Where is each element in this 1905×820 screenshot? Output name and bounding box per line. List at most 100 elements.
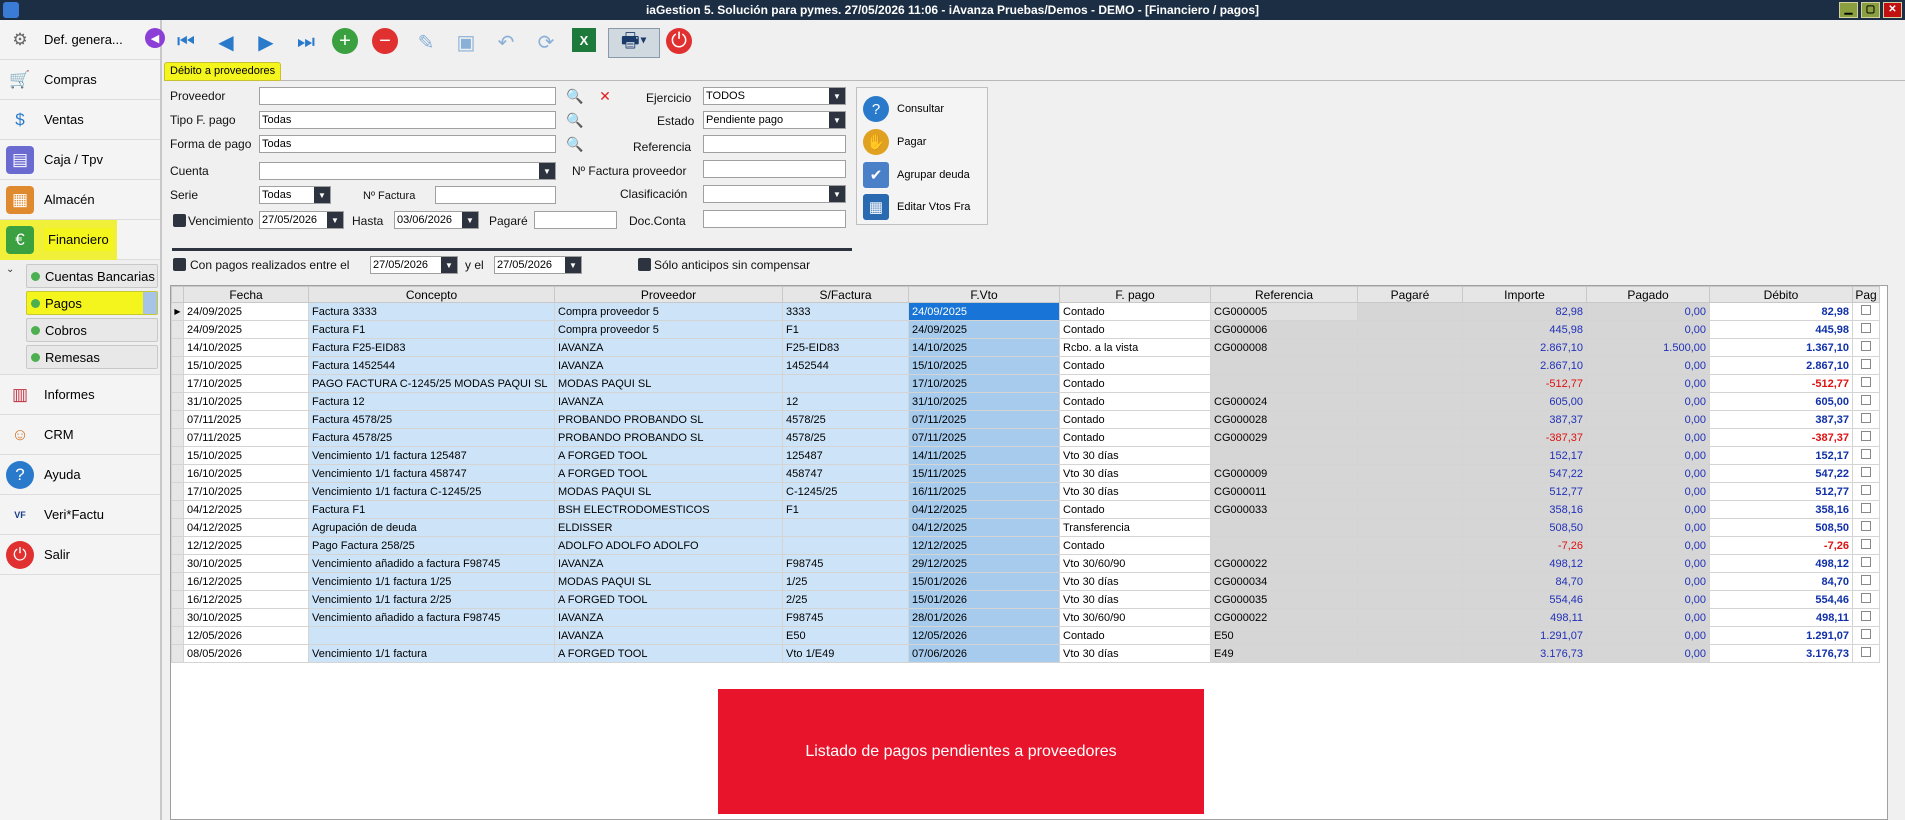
submenu-item-cobros[interactable]: Cobros (26, 318, 158, 342)
first-record-icon[interactable]: ⏮ (172, 28, 200, 56)
cell-pagare[interactable] (1357, 644, 1463, 663)
nfactura-proveedor-input[interactable] (703, 160, 846, 178)
cell-pagare[interactable] (1357, 608, 1463, 627)
cell-fecha[interactable]: 15/10/2025 (183, 356, 309, 375)
cell-fvto[interactable]: 14/11/2025 (908, 446, 1060, 465)
cell-fpago[interactable]: Contado (1059, 374, 1211, 393)
pag-checkbox[interactable] (1861, 449, 1871, 459)
clasificacion-select[interactable] (703, 185, 846, 203)
cell-fpago[interactable]: Contado (1059, 410, 1211, 429)
cell-proveedor[interactable]: IAVANZA (554, 608, 783, 627)
cell-debito[interactable]: 358,16 (1709, 500, 1853, 519)
cell-pagado[interactable]: 0,00 (1586, 572, 1710, 591)
column-header-pag[interactable]: Pag (1852, 286, 1880, 303)
cell-proveedor[interactable]: A FORGED TOOL (554, 446, 783, 465)
cell-debito[interactable]: 445,98 (1709, 320, 1853, 339)
cell-concepto[interactable]: Vencimiento 1/1 factura 125487 (308, 446, 555, 465)
table-row[interactable]: 14/10/2025 Factura F25-EID83 IAVANZA F25-EI… (171, 338, 1880, 357)
pag-checkbox[interactable] (1861, 467, 1871, 477)
submenu-item-remesas[interactable]: Remesas (26, 345, 158, 369)
cell-debito[interactable]: 1.367,10 (1709, 338, 1853, 357)
cell-concepto[interactable]: Pago Factura 258/25 (308, 536, 555, 555)
cell-referencia[interactable]: CG000035 (1210, 590, 1358, 609)
calendar-dropdown-icon[interactable]: ▼ (462, 212, 478, 228)
power-icon[interactable]: ⏻ (666, 28, 692, 54)
cell-fecha[interactable]: 31/10/2025 (183, 392, 309, 411)
cell-pagado[interactable]: 0,00 (1586, 428, 1710, 447)
table-row[interactable]: 07/11/2025 Factura 4578/25 PROBANDO PROBAN… (171, 428, 1880, 447)
column-header-fecha[interactable]: Fecha (183, 286, 309, 303)
cell-fecha[interactable]: 30/10/2025 (183, 608, 309, 627)
cell-pagado[interactable]: 0,00 (1586, 608, 1710, 627)
cell-debito[interactable]: 547,22 (1709, 464, 1853, 483)
cell-concepto[interactable]: Factura F25-EID83 (308, 338, 555, 357)
cell-referencia[interactable] (1210, 536, 1358, 555)
sidebar-item-financiero[interactable]: € Financiero (0, 220, 160, 260)
table-row[interactable]: 08/05/2026 Vencimiento 1/1 factura A FORGE… (171, 644, 1880, 663)
cell-debito[interactable]: 387,37 (1709, 410, 1853, 429)
cell-sfactura[interactable] (782, 536, 909, 555)
cell-concepto[interactable]: Vencimiento 1/1 factura (308, 644, 555, 663)
tab-debito-proveedores[interactable]: Débito a proveedores (164, 62, 282, 81)
cell-referencia[interactable] (1210, 356, 1358, 375)
add-icon[interactable]: + (332, 28, 358, 54)
cell-sfactura[interactable]: 1452544 (782, 356, 909, 375)
cell-importe[interactable]: 152,17 (1462, 446, 1587, 465)
cell-sfactura[interactable]: 2/25 (782, 590, 909, 609)
table-row[interactable]: 15/10/2025 Factura 1452544 IAVANZA 1452544 1… (171, 356, 1880, 375)
calendar-dropdown-icon[interactable]: ▼ (565, 257, 581, 273)
pag-checkbox[interactable] (1861, 431, 1871, 441)
cell-pagado[interactable]: 0,00 (1586, 446, 1710, 465)
cell-concepto[interactable]: Factura F1 (308, 500, 555, 519)
column-header-referencia[interactable]: Referencia (1210, 286, 1358, 303)
cell-fecha[interactable]: 16/12/2025 (183, 572, 309, 591)
cell-fpago[interactable]: Rcbo. a la vista (1059, 338, 1211, 357)
sidebar-item-caja[interactable]: ▤ Caja / Tpv (0, 140, 160, 180)
cell-pagado[interactable]: 0,00 (1586, 644, 1710, 663)
cell-debito[interactable]: -512,77 (1709, 374, 1853, 393)
column-header-fvto[interactable]: F.Vto (908, 286, 1060, 303)
editar-vtos-button[interactable]: ▦ Editar Vtos Fra (863, 194, 970, 220)
cell-concepto[interactable]: Vencimiento 1/1 factura 458747 (308, 464, 555, 483)
cell-fvto[interactable]: 24/09/2025 (908, 302, 1060, 321)
cell-importe[interactable]: 498,12 (1462, 554, 1587, 573)
cell-sfactura[interactable]: 1/25 (782, 572, 909, 591)
table-row[interactable]: 07/11/2025 Factura 4578/25 PROBANDO PROBAN… (171, 410, 1880, 429)
cell-debito[interactable]: 84,70 (1709, 572, 1853, 591)
cell-importe[interactable]: 82,98 (1462, 302, 1587, 321)
cell-fpago[interactable]: Transferencia (1059, 518, 1211, 537)
cell-pagado[interactable]: 0,00 (1586, 500, 1710, 519)
forma-pago-input[interactable]: Todas (259, 135, 556, 153)
cell-fpago[interactable]: Vto 30 días (1059, 464, 1211, 483)
cell-fpago[interactable]: Vto 30/60/90 (1059, 608, 1211, 627)
cell-importe[interactable]: 445,98 (1462, 320, 1587, 339)
cell-sfactura[interactable]: 12 (782, 392, 909, 411)
cell-pagare[interactable] (1357, 500, 1463, 519)
cell-importe[interactable]: 358,16 (1462, 500, 1587, 519)
cell-sfactura[interactable]: F1 (782, 320, 909, 339)
cell-fpago[interactable]: Contado (1059, 392, 1211, 411)
vencimiento-checkbox[interactable] (173, 214, 186, 227)
save-icon[interactable]: ▣ (452, 28, 480, 56)
sidebar-item-salir[interactable]: ⏻ Salir (0, 535, 160, 575)
cell-pagare[interactable] (1357, 302, 1463, 321)
pag-checkbox[interactable] (1861, 521, 1871, 531)
cell-pagare[interactable] (1357, 338, 1463, 357)
pag-checkbox[interactable] (1861, 305, 1871, 315)
cell-sfactura[interactable]: 4578/25 (782, 428, 909, 447)
cell-fecha[interactable]: 04/12/2025 (183, 518, 309, 537)
cell-referencia[interactable]: CG000034 (1210, 572, 1358, 591)
sidebar-item-ventas[interactable]: $ Ventas (0, 100, 160, 140)
cell-debito[interactable]: 82,98 (1709, 302, 1853, 321)
cell-concepto[interactable]: Vencimiento añadido a factura F98745 (308, 608, 555, 627)
cell-importe[interactable]: 508,50 (1462, 518, 1587, 537)
table-row[interactable]: 16/12/2025 Vencimiento 1/1 factura 1/25 MO… (171, 572, 1880, 591)
cell-fvto[interactable]: 04/12/2025 (908, 518, 1060, 537)
cell-debito[interactable]: 508,50 (1709, 518, 1853, 537)
delete-icon[interactable]: − (372, 28, 398, 54)
cell-importe[interactable]: 1.291,07 (1462, 626, 1587, 645)
cell-sfactura[interactable]: E50 (782, 626, 909, 645)
cell-pagare[interactable] (1357, 356, 1463, 375)
cell-concepto[interactable]: Factura 12 (308, 392, 555, 411)
cell-referencia[interactable] (1210, 446, 1358, 465)
